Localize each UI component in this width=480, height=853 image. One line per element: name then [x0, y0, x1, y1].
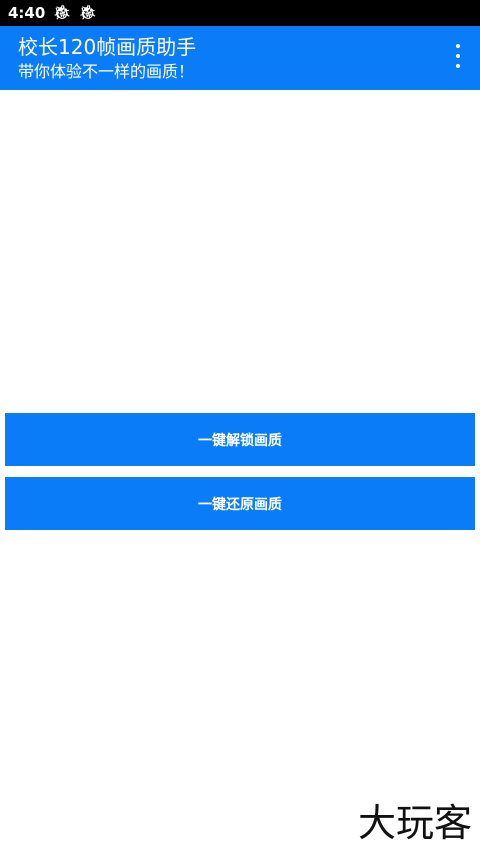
- status-bar: 4:40 🐞︎ 🐞︎: [0, 0, 480, 26]
- watermark-logo: 大玩客: [357, 801, 472, 845]
- unlock-quality-button[interactable]: 一键解锁画质: [5, 413, 475, 466]
- bug-icon: 🐞︎: [53, 5, 72, 21]
- app-bar: 校长120帧画质助手 带你体验不一样的画质！: [0, 26, 480, 90]
- status-time: 4:40: [8, 4, 46, 22]
- app-subtitle: 带你体验不一样的画质！: [18, 62, 195, 81]
- more-vert-icon[interactable]: [450, 44, 466, 68]
- bug-icon: 🐞︎: [79, 5, 97, 21]
- app-title: 校长120帧画质助手: [18, 35, 197, 59]
- restore-quality-button[interactable]: 一键还原画质: [5, 477, 475, 530]
